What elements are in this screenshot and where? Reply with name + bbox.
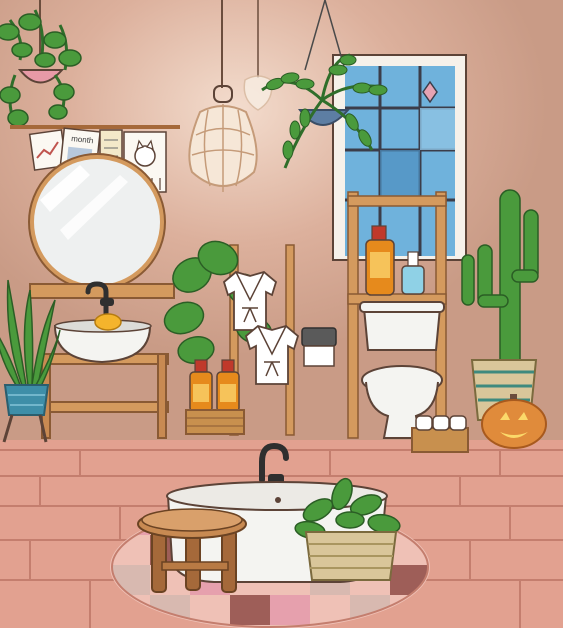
- toilet-paper-holder[interactable]: [301, 327, 337, 367]
- wooden-stool[interactable]: [137, 508, 247, 593]
- bathroom-illustration: month: [0, 0, 563, 628]
- bathroom-scene: month: [0, 0, 563, 628]
- sponge[interactable]: [94, 313, 122, 331]
- toilet-roll-basket[interactable]: [411, 415, 469, 453]
- round-mirror[interactable]: [28, 153, 166, 291]
